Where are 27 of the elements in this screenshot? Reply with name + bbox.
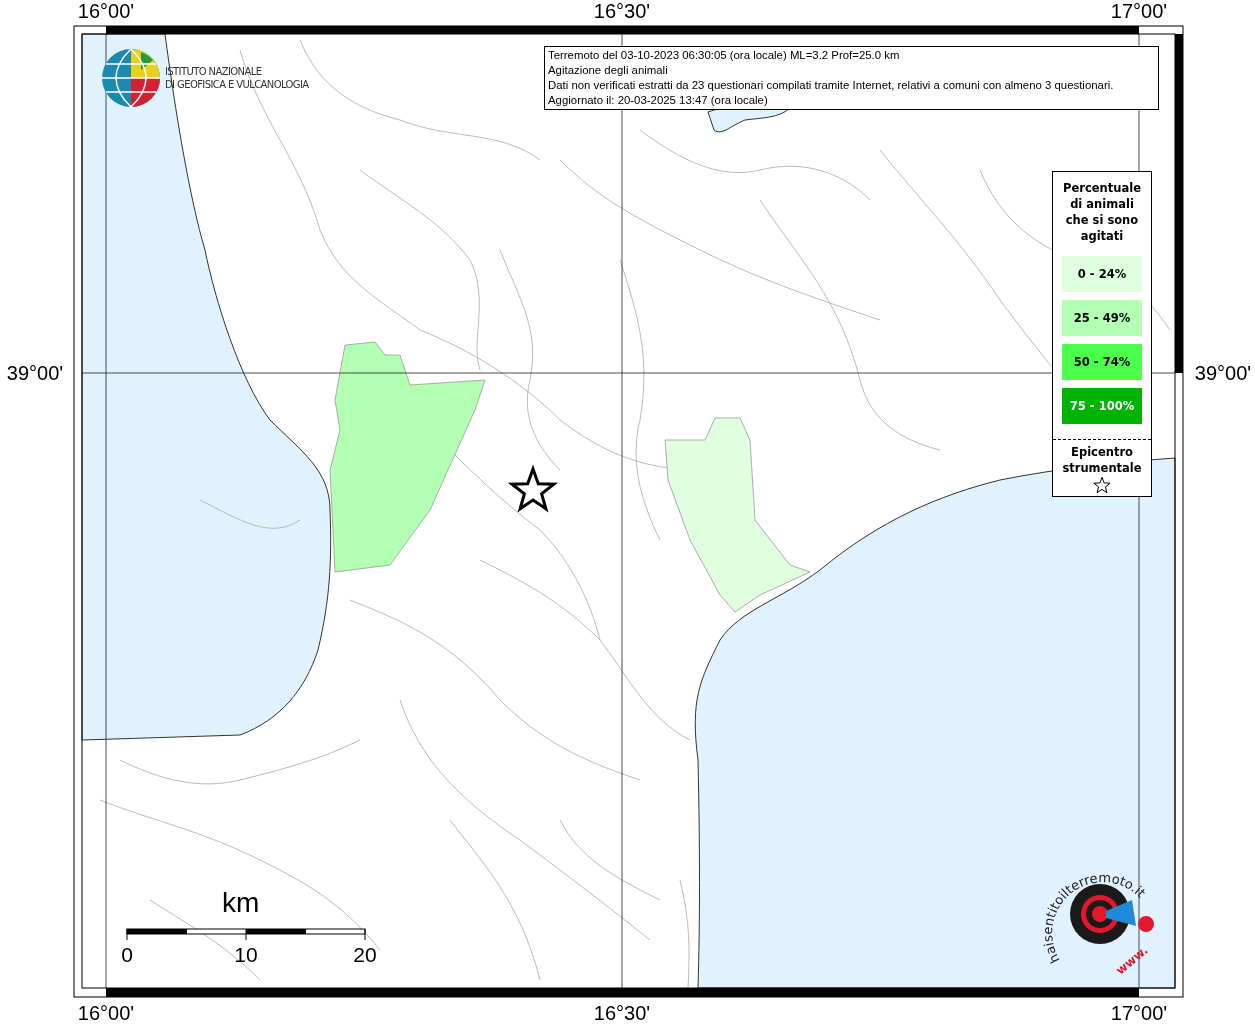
legend-swatch: 0 - 24% (1062, 256, 1142, 292)
epicenter-label: Epicentro strumentale (1061, 444, 1143, 476)
scale-label: 10 (233, 942, 259, 968)
star-icon (507, 464, 559, 513)
star-icon (1093, 476, 1111, 494)
axis-label: 17°00' (1109, 0, 1169, 24)
legend-swatch: 50 - 74% (1062, 344, 1142, 380)
scale-label: 0 (120, 942, 134, 968)
legend-swatch: 25 - 49% (1062, 300, 1142, 336)
axis-label: 16°00' (76, 0, 136, 24)
info-text: Aggiornato il: 20-03-2025 13:47 (ora locale) (548, 93, 769, 108)
institute-name: ISTITUTO NAZIONALE (165, 65, 263, 78)
axis-label: 39°00' (1193, 361, 1253, 386)
info-text: Terremoto del 03-10-2023 06:30:05 (ora locale) ML=3.2 Prof=25.0 km (548, 48, 901, 63)
axis-label: 39°00' (5, 361, 65, 386)
globe-icon (101, 48, 161, 108)
institute-name: DI GEOFISICA E VULCANOLOGIA (165, 78, 309, 91)
legend-title: Percentuale di animali che si sono agitati (1062, 180, 1142, 245)
axis-label: 16°30' (592, 1001, 652, 1024)
scale-unit: km (222, 886, 260, 920)
info-text: Dati non verificati estratti da 23 questionari compilati tramite Internet, relativi a comuni con almeno 3 questionari. (548, 78, 1115, 93)
axis-label: 16°00' (76, 1001, 136, 1024)
axis-label: 16°30' (592, 0, 652, 24)
scale-label: 20 (352, 942, 378, 968)
info-text: Agitazione degli animali (548, 63, 669, 78)
legend-swatch: 75 - 100% (1062, 388, 1142, 424)
axis-label: 17°00' (1109, 1001, 1169, 1024)
